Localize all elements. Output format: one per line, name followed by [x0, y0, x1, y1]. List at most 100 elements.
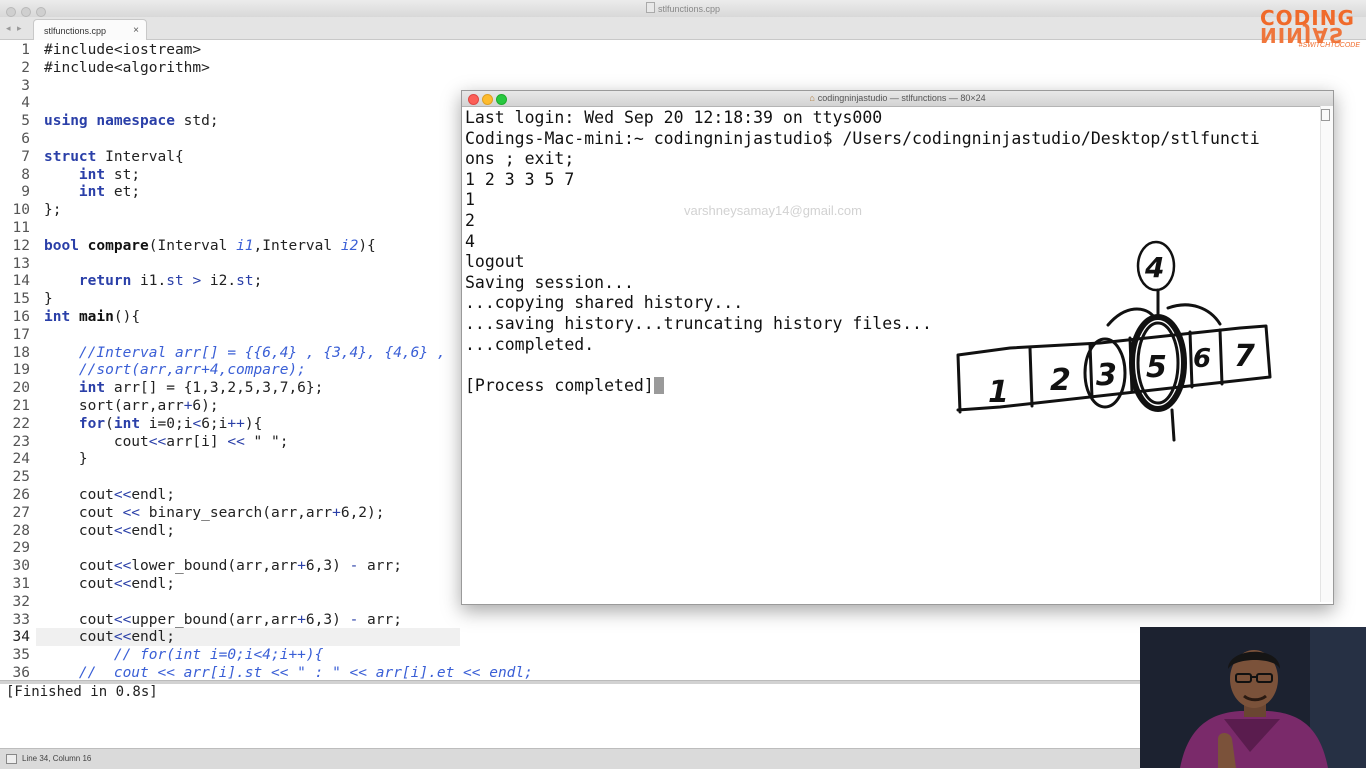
line-number: 15 — [12, 291, 30, 308]
window-title: stlfunctions.cpp — [0, 2, 1366, 14]
sketch-divider-4 — [1188, 330, 1194, 389]
terminal-titlebar[interactable]: ⌂ codingninjastudio — stlfunctions — 80×2… — [462, 91, 1333, 107]
terminal-scrollbar[interactable] — [1320, 106, 1333, 602]
code-token: << — [113, 611, 132, 628]
code-token: arr[] = {1,3,2,5,3,7,6}; — [105, 380, 324, 397]
code-token: << — [227, 433, 245, 450]
code-token: return — [78, 273, 132, 290]
code-token: cout — [44, 504, 123, 521]
line-number: 23 — [12, 433, 30, 450]
editor-titlebar: stlfunctions.cpp — [0, 0, 1366, 18]
line-number: 9 — [21, 184, 30, 201]
code-line: int st; — [44, 167, 140, 185]
code-token: ; — [253, 273, 263, 290]
code-token: int — [113, 415, 141, 432]
terminal-line-text: 1 — [465, 190, 475, 210]
code-token: 6,3) — [305, 558, 350, 575]
code-token: // cout << arr[i].st << " : " << arr[i].… — [78, 665, 533, 681]
code-line: #include<algorithm> — [44, 60, 210, 78]
code-token: arr; — [358, 611, 402, 628]
code-token: //sort(arr,arr+4,compare); — [78, 362, 306, 379]
code-token: main — [78, 309, 114, 325]
tab-nav-arrows-icon[interactable]: ◂ ▸ — [6, 23, 24, 34]
terminal-line-text: Codings-Mac-mini:~ codingninjastudio$ /U… — [465, 128, 1260, 148]
terminal-scroll-thumb[interactable] — [1321, 109, 1330, 121]
line-number: 19 — [12, 362, 30, 379]
code-token: st — [166, 273, 184, 290]
line-number: 3 — [21, 77, 30, 94]
code-line: cout<<endl; — [44, 629, 175, 647]
tab-stlfunctions[interactable]: stlfunctions.cpp × — [33, 19, 147, 40]
code-token: + — [332, 504, 341, 521]
code-token: compare — [87, 237, 149, 254]
code-line: using namespace std; — [44, 113, 219, 131]
line-number: 1 — [21, 42, 30, 58]
code-token: i=0;i — [140, 415, 193, 432]
code-token: << — [113, 629, 132, 646]
code-token: cout — [44, 433, 149, 450]
code-token: i1 — [236, 237, 254, 254]
code-token: << — [148, 433, 167, 450]
line-number: 25 — [12, 469, 30, 486]
window-title-text: stlfunctions.cpp — [657, 4, 721, 14]
code-token: int — [78, 166, 106, 183]
terminal-line: [Process completed] — [465, 376, 664, 397]
presenter-image — [1140, 627, 1366, 768]
tab-close-icon[interactable]: × — [133, 25, 139, 36]
line-number: 30 — [12, 558, 30, 575]
status-bar: Line 34, Column 16 — [0, 748, 1140, 769]
line-number: 16 — [12, 309, 30, 325]
logo-tagline: #SWITCHTOCODE — [1298, 42, 1360, 49]
line-number: 35 — [12, 647, 30, 664]
code-token: << — [113, 522, 132, 539]
code-token: - — [349, 611, 359, 628]
code-token: + — [297, 558, 306, 575]
terminal-line-text: 4 — [465, 231, 475, 251]
code-line: } — [44, 451, 88, 469]
terminal-line-text: Last login: Wed Sep 20 12:18:39 on ttys0… — [465, 108, 883, 127]
code-token: i1. — [131, 273, 167, 290]
line-number: 11 — [12, 220, 30, 236]
code-token: i2 — [340, 237, 359, 254]
coding-ninjas-logo: CODING NINJAS #SWITCHTOCODE — [1258, 6, 1362, 52]
terminal-line: ons ; exit; — [465, 149, 574, 170]
code-token: std; — [174, 113, 219, 130]
code-line: struct Interval{ — [44, 149, 184, 167]
code-line: cout<<upper_bound(arr,arr+6,3) - arr; — [44, 612, 402, 630]
code-token: for — [78, 415, 106, 432]
code-token: endl; — [131, 629, 175, 646]
line-number: 20 — [12, 380, 30, 397]
code-token: (Interval — [148, 237, 237, 254]
code-token: endl; — [131, 576, 175, 592]
code-line: #include<iostream> — [44, 42, 201, 60]
line-number: 34 — [12, 629, 30, 646]
build-output-text: [Finished in 0.8s] — [6, 684, 158, 700]
terminal-line-text: ...saving history...truncating history f… — [465, 314, 932, 333]
code-line: cout<<endl; — [44, 487, 175, 505]
terminal-title: ⌂ codingninjastudio — stlfunctions — 80×2… — [462, 93, 1333, 103]
line-number: 7 — [21, 148, 30, 165]
code-line: // for(int i=0;i<4;i++){ — [44, 647, 324, 665]
sketch-divider-1 — [1028, 346, 1034, 408]
code-token: upper_bound(arr,arr — [131, 611, 298, 628]
panel-toggle-icon[interactable] — [6, 754, 17, 764]
code-token: cout — [44, 629, 114, 646]
line-number: 18 — [12, 344, 30, 361]
code-line: cout<<lower_bound(arr,arr+6,3) - arr; — [44, 558, 402, 576]
code-token: + — [297, 611, 306, 628]
code-token: #include<algorithm> — [44, 59, 210, 76]
watermark-email: varshneysamay14@gmail.com — [684, 203, 862, 218]
code-token: ){ — [358, 237, 376, 254]
terminal-line-text: logout — [465, 252, 525, 272]
code-token: << — [113, 487, 132, 503]
code-token: << — [113, 576, 132, 592]
line-number: 26 — [12, 487, 30, 503]
code-token: sort(arr,arr — [44, 398, 184, 414]
terminal-line-text: ons ; exit; — [465, 149, 575, 169]
